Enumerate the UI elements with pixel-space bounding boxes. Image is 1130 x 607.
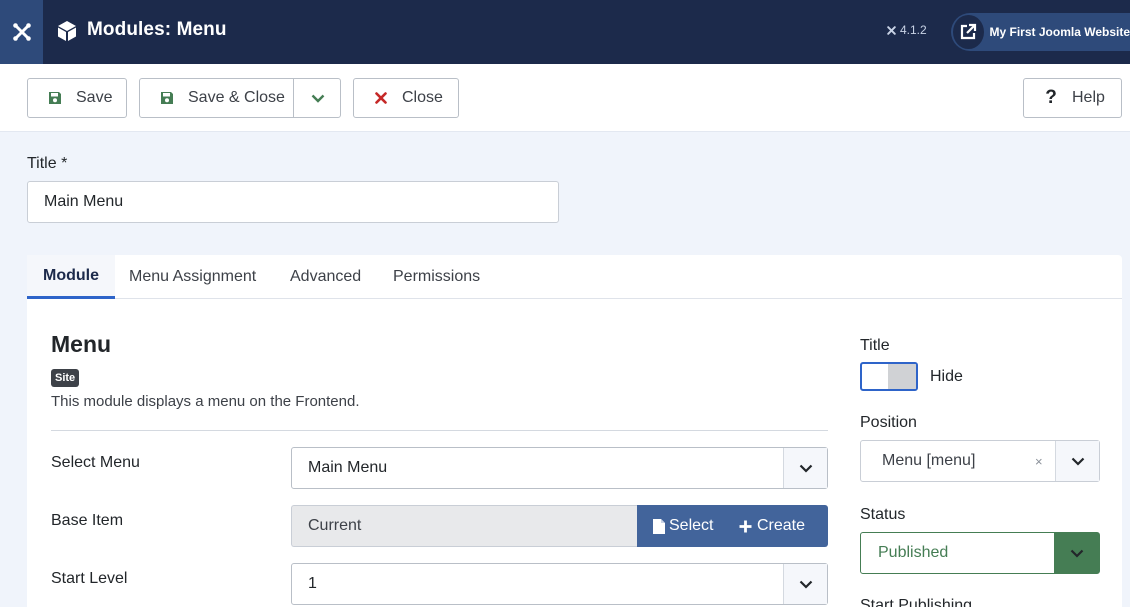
start-publishing-label: Start Publishing [860, 597, 973, 607]
help-label: Help [1072, 89, 1105, 106]
file-icon [653, 518, 665, 534]
close-icon [370, 92, 392, 104]
tab-module[interactable]: Module [27, 255, 115, 299]
chevron-down-icon [783, 564, 827, 604]
select-menu-value: Main Menu [308, 459, 388, 476]
title-display-label: Title [860, 337, 890, 354]
module-card: Module Menu Assignment Advanced Permissi… [27, 255, 1122, 607]
close-button[interactable]: Close [353, 78, 459, 118]
start-level-value: 1 [308, 575, 317, 592]
start-level-dropdown[interactable]: 1 [291, 563, 828, 605]
chevron-down-icon [783, 448, 827, 488]
select-label: Select [669, 517, 714, 534]
position-select[interactable]: Menu [menu] × [860, 440, 1100, 482]
tab-permissions[interactable]: Permissions [377, 255, 496, 299]
joomla-logo-icon[interactable] [0, 0, 43, 64]
select-menu-label: Select Menu [51, 454, 140, 471]
divider [51, 430, 828, 431]
base-item-value: Current [291, 505, 637, 547]
joomla-small-icon [887, 25, 896, 35]
base-item-field: Current Select Create [291, 505, 828, 547]
close-label: Close [402, 89, 443, 106]
save-close-label: Save & Close [188, 89, 285, 106]
question-icon: ? [1045, 87, 1057, 108]
save-close-button[interactable]: Save & Close [139, 78, 341, 118]
create-label: Create [757, 517, 806, 534]
site-name: My First Joomla Website [989, 25, 1130, 39]
title-hide-toggle[interactable] [860, 362, 918, 391]
save-icon [156, 91, 178, 105]
module-description: This module displays a menu on the Front… [51, 393, 360, 410]
save-label: Save [76, 89, 113, 106]
select-menu-dropdown[interactable]: Main Menu [291, 447, 828, 489]
toolbar: Save Save & Close Close ? Help [0, 64, 1130, 132]
base-item-select-button[interactable]: Select [637, 505, 729, 547]
start-level-label: Start Level [51, 570, 128, 587]
save-options-dropdown[interactable] [294, 79, 341, 117]
tab-menu-assignment[interactable]: Menu Assignment [113, 255, 272, 299]
chevron-down-icon [1054, 533, 1099, 573]
status-label: Status [860, 506, 906, 523]
version-number: 4.1.2 [900, 23, 927, 37]
status-select[interactable]: Published [860, 532, 1100, 574]
cube-icon [56, 20, 78, 42]
position-label: Position [860, 414, 917, 431]
save-icon [44, 91, 66, 105]
base-item-create-button[interactable]: Create [729, 505, 828, 547]
toggle-knob [888, 364, 916, 389]
save-button[interactable]: Save [27, 78, 127, 118]
title-input[interactable] [27, 181, 559, 223]
chevron-down-icon [311, 94, 324, 103]
status-value: Published [878, 544, 949, 561]
plus-icon [739, 520, 752, 532]
title-toggle-label: Hide [930, 368, 963, 385]
title-label: Title * [27, 155, 68, 172]
help-button[interactable]: ? Help [1023, 78, 1122, 118]
tab-advanced[interactable]: Advanced [274, 255, 377, 299]
app-header: Modules: Menu 4.1.2 My First Joomla Webs… [0, 0, 1130, 64]
position-value: Menu [menu] [882, 452, 976, 469]
chevron-down-icon [1055, 441, 1099, 481]
site-link-button[interactable]: My First Joomla Website [951, 13, 1130, 51]
clear-position-icon[interactable]: × [1035, 454, 1055, 469]
site-badge: Site [51, 369, 80, 387]
tab-bar: Module Menu Assignment Advanced Permissi… [27, 255, 1122, 299]
version-info: 4.1.2 [886, 23, 927, 37]
external-link-icon [953, 15, 984, 49]
page-title: Modules: Menu [87, 19, 227, 40]
base-item-label: Base Item [51, 512, 124, 529]
module-heading: Menu [51, 331, 112, 357]
